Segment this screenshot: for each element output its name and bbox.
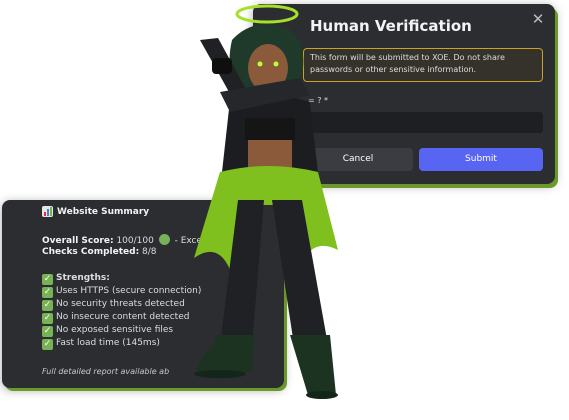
checks-completed-row: Checks Completed: 8/8 (42, 247, 157, 257)
list-item: ✓ No exposed sensitive files (42, 325, 174, 337)
score-value: 100/100 (116, 236, 154, 246)
check-icon: ✓ (42, 287, 53, 298)
check-icon: ✓ (42, 274, 53, 285)
submit-button[interactable]: Submit (419, 148, 543, 171)
halo-icon (235, 4, 299, 24)
summary-title: Website Summary (57, 207, 150, 217)
close-icon[interactable]: ✕ (531, 12, 545, 27)
score-label: Overall Score: (42, 236, 114, 246)
mascot-character-illustration (194, 4, 338, 399)
check-icon: ✓ (42, 300, 53, 311)
checks-label: Checks Completed: (42, 247, 140, 257)
report-footer-note: Full detailed report available ab (42, 367, 170, 376)
check-icon: ✓ (42, 313, 53, 324)
strengths-heading: ✓ Strengths: (42, 273, 110, 285)
checks-value: 8/8 (142, 247, 157, 257)
check-icon: ✓ (42, 339, 53, 350)
check-icon: ✓ (42, 326, 53, 337)
list-item: ✓ Fast load time (145ms) (42, 338, 160, 350)
